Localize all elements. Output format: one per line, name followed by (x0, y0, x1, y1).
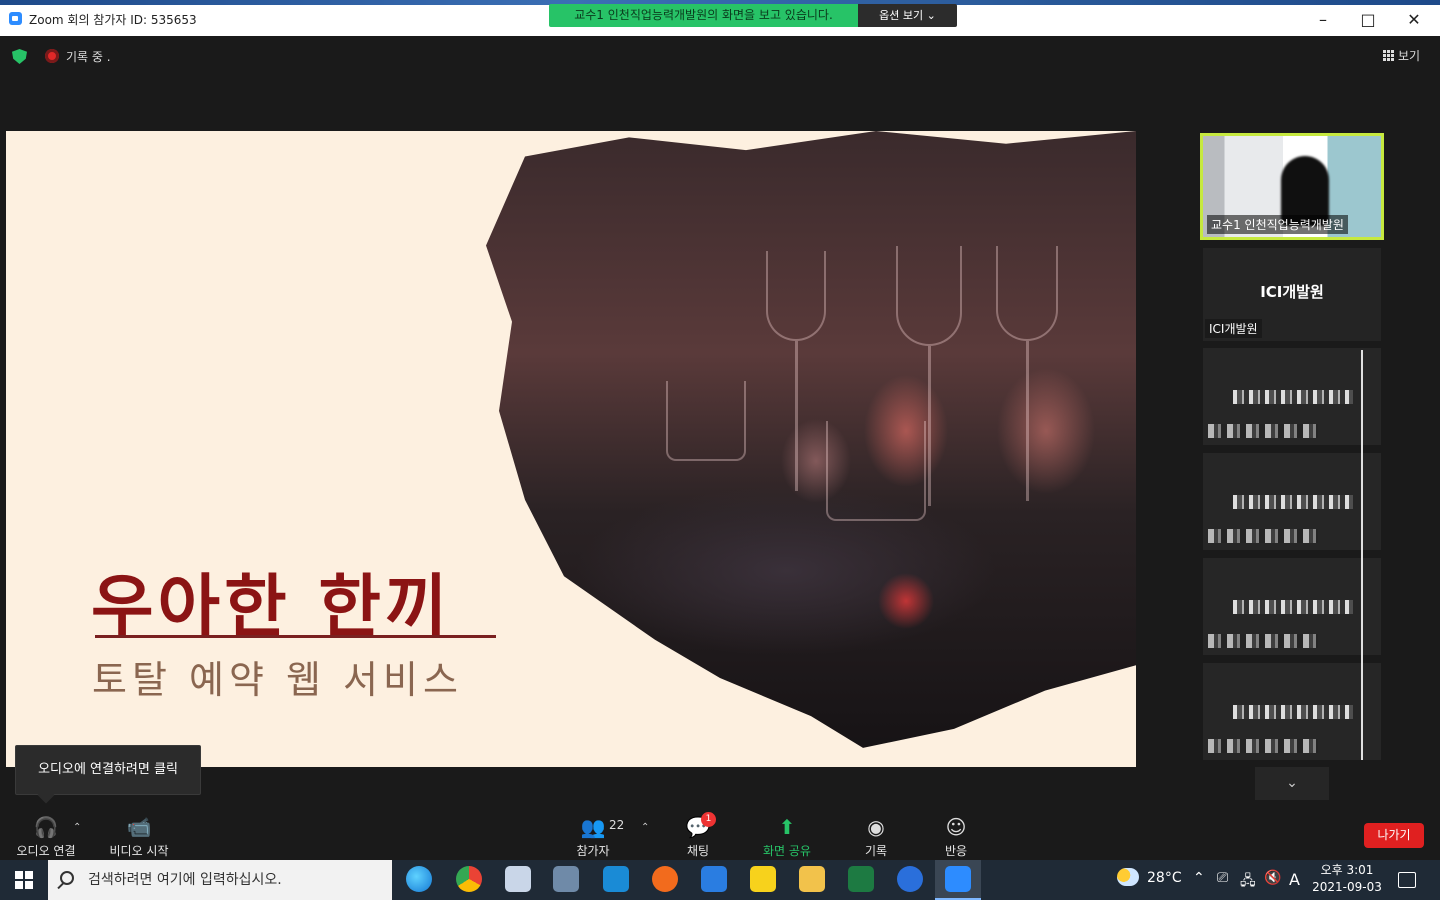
taskbar-search-input[interactable]: 검색하려면 여기에 입력하십시오. (48, 860, 392, 900)
search-placeholder: 검색하려면 여기에 입력하십시오. (88, 872, 282, 888)
participant-tile-obscured[interactable] (1203, 558, 1381, 655)
obscured-name (1233, 600, 1353, 614)
presentation-app-icon[interactable] (652, 866, 678, 892)
participant-tile-obscured[interactable] (1203, 453, 1381, 550)
volume-muted-icon[interactable]: 🔇 (1264, 870, 1281, 886)
chrome-browser-icon[interactable] (456, 866, 482, 892)
obscured-name (1233, 390, 1353, 404)
smiley-icon: ☺ (945, 815, 967, 839)
audio-label: 오디오 연결 (16, 844, 76, 858)
file-explorer-icon[interactable] (799, 866, 825, 892)
recording-status[interactable]: 기록 중 . (66, 48, 111, 65)
view-layout-button[interactable]: 보기 (1383, 47, 1420, 64)
headphones-icon: 🎧 (33, 815, 59, 839)
record-icon: ◉ (867, 815, 885, 839)
calendar-app-icon[interactable] (701, 866, 727, 892)
record-label: 기록 (864, 844, 888, 858)
meeting-toolbar (0, 805, 1440, 860)
slide-photo-wine-glasses (486, 131, 1136, 748)
clock-date: 2021-09-03 (1312, 880, 1382, 894)
video-off-icon: 📹 (126, 815, 152, 839)
participants-label: 참가자 (576, 844, 610, 858)
share-label: 화면 공유 (763, 844, 811, 858)
view-options-button[interactable]: 옵션 보기 ⌄ (858, 4, 957, 27)
obscured-caption (1208, 634, 1318, 648)
share-screen-button[interactable]: ⬆ 화면 공유 (760, 815, 814, 859)
search-icon (60, 871, 74, 885)
ime-indicator[interactable]: A (1289, 870, 1300, 889)
clock-time: 오후 3:01 (1320, 863, 1374, 877)
tumbler-shape (826, 421, 926, 521)
sticky-notes-icon[interactable] (750, 866, 776, 892)
slide-title-underline (95, 635, 496, 638)
windows-start-icon[interactable] (15, 871, 33, 889)
audio-connect-button[interactable]: 🎧 오디오 연결 (14, 815, 78, 859)
weather-temperature[interactable]: 28°C (1147, 870, 1182, 886)
window-title: Zoom 회의 참가자 ID: 535653 (29, 13, 197, 27)
chat-unread-badge: 1 (701, 812, 716, 827)
participant-tile-obscured[interactable] (1203, 663, 1381, 760)
share-screen-icon: ⬆ (778, 815, 796, 839)
store-app-icon[interactable] (603, 866, 629, 892)
screen-share-banner: 교수1 인천직업능력개발원의 화면을 보고 있습니다. (549, 4, 858, 27)
obscured-caption (1208, 424, 1318, 438)
close-button[interactable]: ✕ (1391, 6, 1437, 34)
audio-options-caret[interactable]: ⌃ (73, 822, 81, 833)
notification-center-icon[interactable] (1398, 872, 1416, 888)
participant-display-name: ICI개발원 (1260, 283, 1324, 301)
reaction-label: 반응 (944, 844, 968, 858)
excel-icon[interactable] (848, 866, 874, 892)
encryption-shield-icon[interactable] (12, 49, 27, 64)
maximize-button[interactable]: □ (1345, 6, 1391, 34)
zoom-app-icon (9, 12, 22, 25)
record-button[interactable]: ◉ 기록 (862, 815, 890, 859)
start-video-button[interactable]: 📹 비디오 시작 (106, 815, 172, 859)
zoom-taskbar-icon[interactable] (945, 866, 971, 892)
wine-glass-stem (795, 341, 798, 491)
speaker-name: 교수1 인천직업능력개발원 (1207, 215, 1348, 234)
reactions-button[interactable]: ☺ 반응 (942, 815, 970, 859)
tray-expand-icon[interactable]: ⌃ (1193, 870, 1205, 886)
chat-label: 채팅 (686, 844, 710, 858)
participants-icon: 👥 (580, 815, 606, 839)
paint-app-icon[interactable] (505, 866, 531, 892)
weather-icon[interactable] (1117, 868, 1139, 886)
network-icon[interactable]: 🖧 (1240, 870, 1256, 894)
active-speaker-video[interactable]: 교수1 인천직업능력개발원 (1200, 133, 1384, 240)
obscured-name (1233, 495, 1353, 509)
obscured-name (1233, 705, 1353, 719)
participants-count: 22 (609, 818, 625, 832)
leave-meeting-button[interactable]: 나가기 (1364, 823, 1424, 848)
view-layout-label: 보기 (1398, 49, 1421, 63)
grid-icon (1383, 50, 1394, 61)
video-label: 비디오 시작 (109, 844, 169, 858)
edge-browser-icon[interactable] (406, 866, 432, 892)
wine-glass-shape (896, 246, 962, 346)
slide-subtitle: 토탈 예약 웹 서비스 (92, 658, 463, 702)
taskbar-clock[interactable]: 오후 3:01 2021-09-03 (1310, 862, 1384, 896)
participant-caption: ICI개발원 (1205, 319, 1262, 338)
shared-screen[interactable]: 우아한 한끼 토탈 예약 웹 서비스 (6, 131, 1136, 767)
recording-icon (45, 49, 59, 63)
audio-connect-tooltip: 오디오에 연결하려면 클릭 (15, 745, 201, 795)
participant-tile[interactable]: ICI개발원 ICI개발원 (1203, 248, 1381, 341)
wine-glass-stem (928, 346, 931, 506)
participant-tile-obscured[interactable] (1203, 348, 1381, 445)
obscured-caption (1208, 529, 1318, 543)
participants-button[interactable]: 👥 참가자 (572, 815, 614, 859)
scroll-down-button[interactable]: ⌄ (1255, 767, 1329, 800)
participants-options-caret[interactable]: ⌃ (641, 822, 649, 833)
wine-glass-shape (766, 251, 826, 341)
wine-glass-shape (996, 246, 1058, 341)
tumbler-shape (666, 381, 746, 461)
wine-glass-stem (1026, 341, 1029, 501)
obscured-caption (1208, 739, 1318, 753)
meet-now-icon[interactable]: ⎚ (1217, 870, 1228, 886)
browser-app-icon[interactable] (897, 866, 923, 892)
minimize-button[interactable]: – (1300, 6, 1346, 34)
calculator-icon[interactable] (553, 866, 579, 892)
panel-scrollbar[interactable] (1361, 350, 1363, 760)
